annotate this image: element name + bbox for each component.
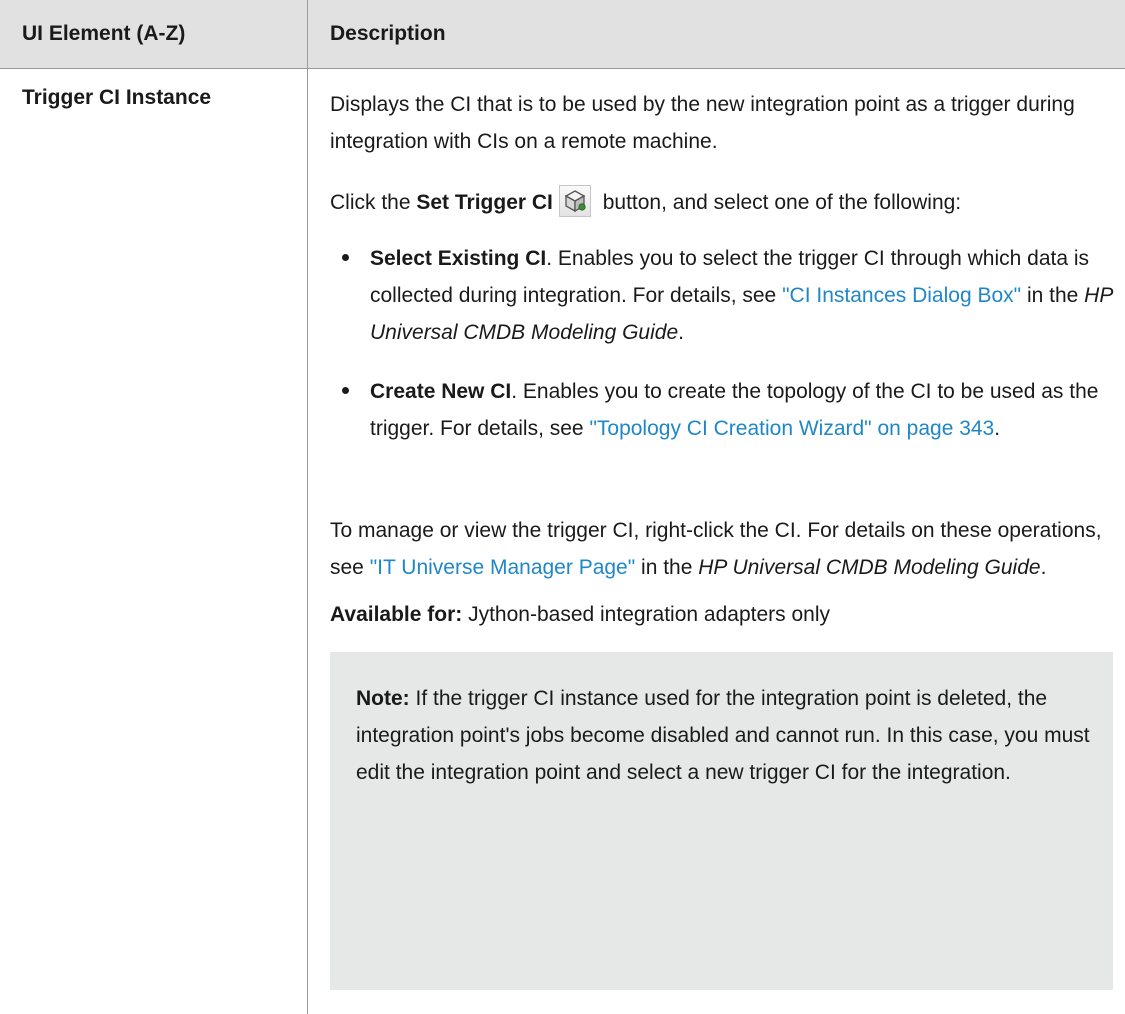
availability-paragraph: Available for: Jython-based integration … (330, 596, 1116, 633)
instruction-text: Click the (330, 191, 417, 214)
option-title: Create New CI (370, 380, 512, 403)
it-universe-manager-link[interactable]: "IT Universe Manager Page" (370, 556, 635, 579)
set-trigger-paragraph: Click the Set Trigger CI button, and sel… (330, 184, 1116, 221)
column-divider (307, 0, 308, 1014)
bullet-icon (342, 254, 349, 261)
cube-trigger-icon (564, 190, 586, 213)
ui-elements-table: UI Element (A-Z) Description Trigger CI … (0, 0, 1125, 1014)
note-box: Note: If the trigger CI instance used fo… (330, 652, 1113, 990)
description-text: Displays the CI that is to be used by th… (330, 93, 1075, 153)
header-divider (0, 68, 1125, 69)
list-item: Create New CI. Enables you to create the… (330, 373, 1116, 447)
available-for-text: Jython-based integration adapters only (462, 603, 831, 626)
note-label: Note: (356, 687, 410, 710)
table-header-row: UI Element (A-Z) Description (0, 0, 1125, 68)
manage-text: . (1040, 556, 1047, 579)
manage-paragraph: To manage or view the trigger CI, right-… (330, 512, 1116, 586)
option-list: Select Existing CI. Enables you to selec… (330, 240, 1116, 447)
description-paragraph: Displays the CI that is to be used by th… (330, 86, 1116, 160)
option-text: in the (1021, 284, 1085, 307)
note-body: If the trigger CI instance used for the … (356, 687, 1090, 784)
ui-element-name: Trigger CI Instance (22, 86, 212, 109)
available-for-label: Available for: (330, 603, 463, 626)
manage-text: in the (635, 556, 699, 579)
ci-instances-dialog-link[interactable]: "CI Instances Dialog Box" (782, 284, 1021, 307)
option-text: . (678, 321, 684, 344)
option-text: . (994, 417, 1001, 440)
option-title: Select Existing CI (370, 247, 547, 270)
list-item: Select Existing CI. Enables you to selec… (330, 240, 1116, 351)
bullet-icon (342, 387, 349, 394)
column-header-ui-element: UI Element (A-Z) (22, 22, 186, 45)
instruction-text-end: button, and select one of the following: (596, 191, 962, 214)
note-text: Note: If the trigger CI instance used fo… (356, 680, 1091, 791)
set-trigger-ci-button[interactable] (558, 185, 591, 217)
guide-title: HP Universal CMDB Modeling Guide (698, 556, 1041, 579)
topology-wizard-link[interactable]: "Topology CI Creation Wizard" on page 34… (589, 417, 994, 440)
column-header-description: Description (330, 22, 446, 45)
set-trigger-ci-label: Set Trigger CI (416, 191, 553, 214)
